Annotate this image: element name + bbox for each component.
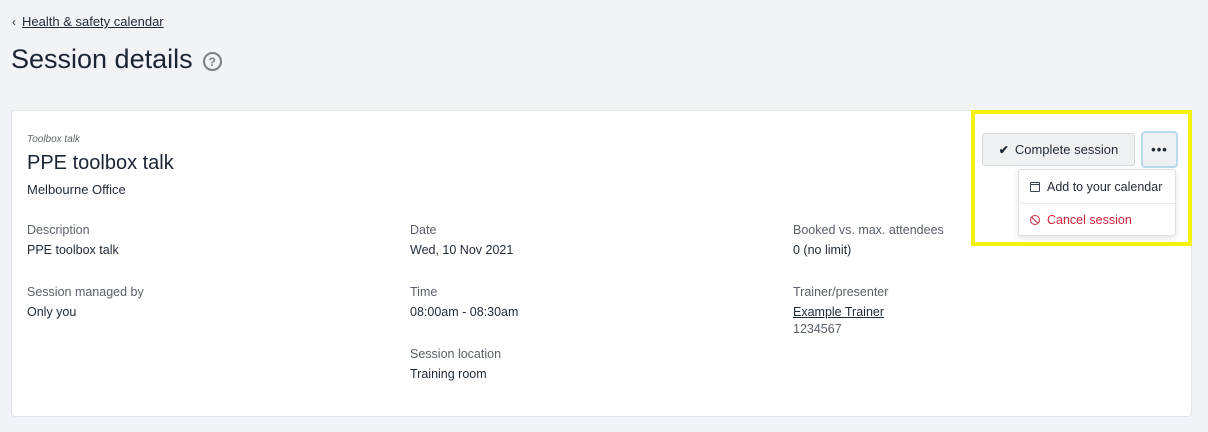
more-icon: •••: [1151, 142, 1168, 157]
attendees-field: Booked vs. max. attendees 0 (no limit): [793, 223, 944, 257]
page-title-text: Session details: [11, 44, 193, 74]
more-actions-button[interactable]: •••: [1141, 131, 1178, 168]
help-icon[interactable]: ?: [202, 52, 222, 71]
calendar-icon: [1030, 181, 1040, 192]
description-field: Description PPE toolbox talk: [27, 223, 119, 257]
location-field: Session location Training room: [410, 347, 501, 381]
menu-item-add-to-calendar[interactable]: Add to your calendar: [1019, 170, 1175, 203]
check-icon: ✔: [998, 142, 1009, 157]
location-value: Training room: [410, 367, 487, 381]
location-label: Session location: [410, 347, 502, 361]
managed-by-label: Session managed by: [27, 285, 144, 299]
menu-item-cancel-session[interactable]: Cancel session: [1019, 203, 1175, 236]
session-type: Toolbox talk: [27, 134, 80, 145]
menu-item-label: Cancel session: [1047, 213, 1132, 227]
trainer-field: Trainer/presenter Example Trainer 123456…: [793, 285, 888, 336]
date-field: Date Wed, 10 Nov 2021: [410, 223, 513, 257]
complete-session-label: Complete session: [1014, 142, 1119, 157]
actions-menu: Add to your calendar Cancel session: [1018, 169, 1176, 236]
cancel-icon: [1030, 215, 1040, 225]
breadcrumb-back-link[interactable]: Health & safety calendar: [22, 14, 164, 29]
attendees-label: Booked vs. max. attendees: [793, 223, 944, 237]
breadcrumb: ‹ Health & safety calendar: [12, 14, 164, 29]
menu-item-label: Add to your calendar: [1047, 179, 1163, 194]
time-field: Time 08:00am - 08:30am: [410, 285, 518, 319]
managed-by-value: Only you: [27, 305, 77, 319]
date-value: Wed, 10 Nov 2021: [410, 243, 514, 257]
description-value: PPE toolbox talk: [27, 243, 119, 257]
trainer-link[interactable]: Example Trainer: [793, 305, 888, 319]
time-label: Time: [410, 285, 438, 299]
complete-session-button[interactable]: ✔ Complete session: [982, 133, 1135, 166]
trainer-id: 1234567: [793, 322, 842, 336]
chevron-left-icon[interactable]: ‹: [12, 16, 16, 28]
date-label: Date: [410, 223, 437, 237]
description-label: Description: [27, 223, 90, 237]
trainer-label: Trainer/presenter: [793, 285, 889, 299]
managed-by-field: Session managed by Only you: [27, 285, 144, 319]
session-venue: Melbourne Office: [27, 182, 126, 197]
page-title: Session details ?: [11, 44, 222, 75]
attendees-value: 0 (no limit): [793, 243, 852, 257]
time-value: 08:00am - 08:30am: [410, 305, 519, 319]
session-title: PPE toolbox talk: [27, 152, 174, 174]
